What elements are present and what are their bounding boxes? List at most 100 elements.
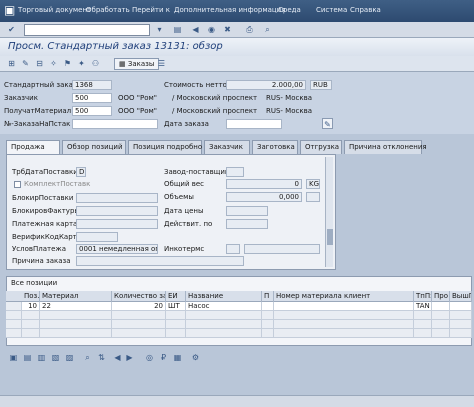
order-date-field[interactable]: [226, 119, 282, 129]
select-all-icon[interactable]: ▤: [22, 352, 33, 363]
document-flow-icon[interactable]: ⊟: [34, 58, 45, 69]
deselect-all-icon[interactable]: ▥: [36, 352, 47, 363]
tab-item-overview[interactable]: Обзор позиций: [62, 140, 126, 154]
cell-pro: [432, 302, 450, 311]
billing-block-field[interactable]: [76, 206, 158, 216]
tab-reason-rejection[interactable]: Причина отклонения: [344, 140, 427, 154]
col-unit[interactable]: ЕИ: [166, 291, 186, 302]
col-description[interactable]: Название: [186, 291, 262, 302]
menu-item-system[interactable]: Система: [316, 6, 347, 14]
menu-item-edit[interactable]: Обработать: [86, 6, 130, 14]
payment-card-field[interactable]: [76, 219, 158, 229]
row-selector[interactable]: [6, 320, 22, 329]
back-icon[interactable]: ◀: [190, 24, 201, 35]
settings-icon[interactable]: ✎: [322, 118, 333, 129]
cell-higher-item: [450, 329, 472, 338]
tab-shipping[interactable]: Отгрузка: [300, 140, 342, 154]
pricing-icon[interactable]: ₽: [158, 352, 169, 363]
table-row[interactable]: [6, 311, 472, 320]
incoterms-place-field[interactable]: [244, 244, 320, 254]
po-number-label: №-ЗаказаНаПстак: [4, 120, 71, 128]
pricing-date-label: Дата цены: [164, 207, 204, 215]
orders-button[interactable]: ▦ Заказы: [114, 58, 160, 70]
table-row[interactable]: 10 22 20 ШТ Насос TAN: [6, 302, 472, 311]
incoterms-code-field[interactable]: [226, 244, 240, 254]
print-icon[interactable]: ⎙: [244, 24, 255, 35]
cell-quantity: [112, 329, 166, 338]
tab-item-detail[interactable]: Позиция подробно: [128, 140, 202, 154]
schedule-lines-icon[interactable]: ▦: [172, 352, 183, 363]
hierarchy-icon[interactable]: ☰: [156, 58, 167, 69]
recipient-id-field[interactable]: 500: [72, 106, 112, 116]
partner-icon[interactable]: ⚇: [90, 58, 101, 69]
item-detail-icon[interactable]: ▣: [8, 352, 19, 363]
tab-procurement[interactable]: Заготовка: [252, 140, 298, 154]
customer-id-field[interactable]: 500: [72, 93, 112, 103]
col-position[interactable]: Поз.: [22, 291, 40, 302]
col-material[interactable]: Материал: [40, 291, 112, 302]
tab-sales[interactable]: Продажа: [6, 140, 60, 155]
display-icon[interactable]: ⊞: [6, 58, 17, 69]
row-selector[interactable]: [6, 311, 22, 320]
po-number-field[interactable]: [72, 119, 158, 129]
table-row[interactable]: [6, 320, 472, 329]
cell-item-category: [414, 320, 432, 329]
menu-item-help[interactable]: Справка: [350, 6, 381, 14]
net-value-label: Стоимость нетто: [164, 81, 227, 89]
row-selector[interactable]: [6, 302, 22, 311]
cell-pro: [432, 320, 450, 329]
menu-item-goto[interactable]: Перейти к: [132, 6, 170, 14]
panel-vertical-scrollbar[interactable]: [325, 157, 333, 267]
cell-description: [186, 311, 262, 320]
col-p[interactable]: П: [262, 291, 274, 302]
billing-block-label: БлокировФактуры: [12, 207, 80, 215]
dropdown-icon[interactable]: ▾: [154, 24, 165, 35]
find-item-icon[interactable]: ⌕: [82, 352, 93, 363]
cell-description: [186, 329, 262, 338]
insert-item-icon[interactable]: ▨: [64, 352, 75, 363]
cell-customer-material: [274, 311, 414, 320]
payment-terms-field: 0001 немедленная оп...: [76, 244, 158, 254]
menu-item-sales-doc[interactable]: Торговый документ: [18, 6, 91, 14]
complete-delivery-checkbox[interactable]: [14, 181, 21, 188]
menu-item-extras[interactable]: Дополнительная информация: [174, 6, 285, 14]
tab-customer[interactable]: Заказчик: [204, 140, 250, 154]
save-icon[interactable]: ▤: [172, 24, 183, 35]
row-selector[interactable]: [6, 329, 22, 338]
command-field[interactable]: [24, 24, 150, 36]
payment-terms-label: УсловПлатежа: [12, 245, 67, 253]
sort-icon[interactable]: ⇅: [96, 352, 107, 363]
texts-icon[interactable]: ✦: [76, 58, 87, 69]
availability-icon[interactable]: ◎: [144, 352, 155, 363]
status-icon[interactable]: ✧: [48, 58, 59, 69]
col-quantity[interactable]: Количество за: [112, 291, 166, 302]
cell-p-checkbox[interactable]: [262, 302, 274, 311]
menu-item-environment[interactable]: Среда: [278, 6, 301, 14]
col-higher-item[interactable]: ВышПоз: [450, 291, 472, 302]
recipient-city: RUS- Москва: [266, 107, 312, 115]
order-reason-field[interactable]: [76, 256, 244, 266]
cell-material: 22: [40, 302, 112, 311]
next-page-icon[interactable]: ▶: [124, 352, 135, 363]
table-row[interactable]: [6, 329, 472, 338]
scroll-thumb[interactable]: [327, 229, 333, 245]
valid-to-field[interactable]: [226, 219, 268, 229]
find-icon[interactable]: ⌕: [262, 24, 273, 35]
cancel-icon[interactable]: ✖: [222, 24, 233, 35]
card-verification-label: ВерификКодКарты: [12, 233, 83, 241]
col-item-category[interactable]: ТпПз: [414, 291, 432, 302]
gross-weight-label: Общий вес: [164, 180, 205, 188]
delete-item-icon[interactable]: ▧: [50, 352, 61, 363]
col-customer-material[interactable]: Номер материала клиент: [274, 291, 414, 302]
pricing-date-field[interactable]: [226, 206, 268, 216]
configuration-icon[interactable]: ⚙: [190, 352, 201, 363]
header-output-icon[interactable]: ⚑: [62, 58, 73, 69]
card-verification-field[interactable]: [76, 232, 118, 242]
col-pro[interactable]: Про: [432, 291, 450, 302]
first-page-icon[interactable]: ◀: [112, 352, 123, 363]
exit-icon[interactable]: ◉: [206, 24, 217, 35]
delivery-block-field[interactable]: [76, 193, 158, 203]
enter-icon[interactable]: ✔: [6, 24, 17, 35]
cell-pro: [432, 329, 450, 338]
change-icon[interactable]: ✎: [20, 58, 31, 69]
